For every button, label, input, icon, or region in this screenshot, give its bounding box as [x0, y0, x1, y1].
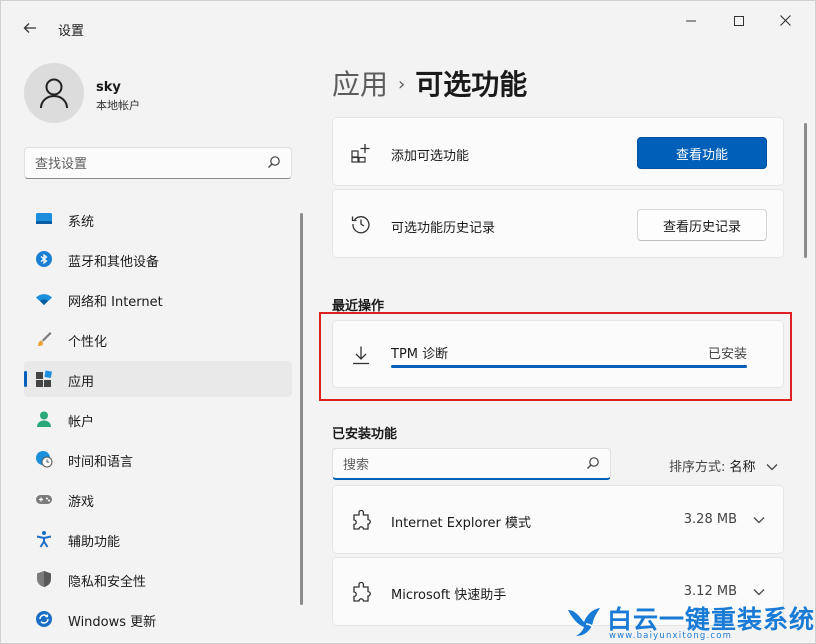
- sidebar-item-label: 个性化: [68, 335, 108, 350]
- sidebar-item-apps[interactable]: 应用: [24, 361, 292, 397]
- sidebar-item-personalization[interactable]: 个性化: [24, 321, 292, 357]
- installed-features-title: 已安装功能: [332, 427, 398, 442]
- close-icon: [779, 15, 791, 26]
- active-indicator: [24, 371, 27, 387]
- puzzle-icon: [353, 582, 371, 602]
- feature-size: 3.12 MB: [683, 584, 737, 599]
- search-icon[interactable]: [586, 456, 600, 470]
- back-button[interactable]: [17, 15, 43, 41]
- sidebar-item-label: 网络和 Internet: [68, 295, 163, 310]
- sidebar-item-label: 应用: [68, 375, 95, 390]
- app-title: 设置: [58, 24, 85, 39]
- sidebar-item-accessibility[interactable]: 辅助功能: [24, 521, 292, 557]
- maximize-icon: [734, 16, 744, 26]
- maximize-button[interactable]: [717, 9, 761, 35]
- watermark: 白云一键重装系统 www.baiyunxitong.com: [561, 598, 815, 643]
- avatar[interactable]: [24, 63, 84, 123]
- feature-size: 3.28 MB: [683, 512, 737, 527]
- sort-label: 排序方式:: [669, 460, 726, 475]
- sort-dropdown[interactable]: 排序方式: 名称: [669, 456, 778, 475]
- view-features-button[interactable]: 查看功能: [637, 137, 767, 169]
- sidebar-item-privacy[interactable]: 隐私和安全性: [24, 561, 292, 597]
- globe-clock-icon: [36, 451, 53, 468]
- sidebar-item-label: 隐私和安全性: [68, 575, 147, 590]
- chevron-down-icon[interactable]: [753, 516, 765, 524]
- accessibility-icon: [36, 531, 52, 548]
- sidebar-item-bluetooth[interactable]: 蓝牙和其他设备: [24, 241, 292, 277]
- settings-search-box[interactable]: [24, 147, 292, 179]
- add-feature-card: 添加可选功能 查看功能: [332, 117, 784, 186]
- sidebar-item-accounts[interactable]: 帐户: [24, 401, 292, 437]
- shield-icon: [37, 571, 51, 587]
- highlight-annotation: [319, 312, 792, 401]
- installed-search-input[interactable]: [343, 455, 573, 475]
- sidebar-scrollbar[interactable]: [300, 213, 303, 605]
- watermark-url: www.baiyunxitong.com: [609, 631, 733, 641]
- gamepad-icon: [36, 495, 52, 504]
- minimize-icon: [686, 20, 696, 22]
- page-title: 可选功能: [415, 68, 528, 101]
- sidebar-item-time-language[interactable]: 时间和语言: [24, 441, 292, 477]
- sidebar-item-windows-update[interactable]: Windows 更新: [24, 601, 292, 637]
- feature-history-card: 可选功能历史记录 查看历史记录: [332, 189, 784, 258]
- wifi-icon: [36, 294, 52, 305]
- breadcrumb-separator: ›: [398, 74, 406, 95]
- sidebar-item-label: 系统: [68, 215, 95, 230]
- breadcrumb-parent[interactable]: 应用: [332, 68, 388, 101]
- bluetooth-icon: [36, 251, 52, 267]
- sidebar-item-label: 游戏: [68, 495, 95, 510]
- add-feature-label: 添加可选功能: [391, 149, 470, 164]
- account-type: 本地帐户: [96, 99, 140, 112]
- back-arrow-icon: [23, 23, 36, 33]
- chevron-down-icon[interactable]: [753, 588, 765, 596]
- user-name: sky: [96, 80, 121, 95]
- sidebar-item-label: 帐户: [68, 415, 95, 430]
- bird-logo-icon: [568, 608, 600, 636]
- feature-history-label: 可选功能历史记录: [391, 221, 496, 236]
- update-icon: [36, 611, 52, 627]
- sidebar-item-label: 蓝牙和其他设备: [68, 255, 160, 270]
- chevron-down-icon: [766, 464, 778, 471]
- monitor-icon: [36, 213, 52, 224]
- sidebar-item-label: 辅助功能: [68, 535, 121, 550]
- installed-search-box[interactable]: [332, 448, 611, 480]
- sidebar-item-system[interactable]: 系统: [24, 201, 292, 237]
- sidebar-item-network[interactable]: 网络和 Internet: [24, 281, 292, 317]
- sidebar-item-label: Windows 更新: [68, 615, 157, 630]
- close-button[interactable]: [763, 9, 807, 35]
- feature-name: Internet Explorer 模式: [391, 516, 532, 531]
- breadcrumb: 应用 › 可选功能: [332, 63, 527, 103]
- search-icon[interactable]: [267, 155, 281, 169]
- brush-icon: [38, 332, 52, 346]
- feature-name: Microsoft 快速助手: [391, 588, 507, 603]
- user-icon: [40, 78, 68, 109]
- title-bar: 设置: [1, 1, 815, 43]
- puzzle-icon: [353, 510, 371, 530]
- settings-search-input[interactable]: [35, 154, 255, 174]
- sidebar-item-gaming[interactable]: 游戏: [24, 481, 292, 517]
- installed-feature-row[interactable]: Internet Explorer 模式 3.28 MB: [332, 485, 784, 554]
- history-icon: [351, 216, 370, 234]
- sidebar-item-label: 时间和语言: [68, 455, 134, 470]
- minimize-button[interactable]: [669, 9, 713, 35]
- add-grid-icon: [351, 144, 370, 163]
- apps-icon: [36, 370, 52, 387]
- content-scrollbar[interactable]: [804, 123, 807, 258]
- view-history-button[interactable]: 查看历史记录: [637, 209, 767, 241]
- account-icon: [37, 411, 51, 427]
- settings-window: 设置 sky 本地帐户 系统 蓝牙和其他设备 网络和 Internet 个性化: [0, 0, 816, 644]
- sort-value: 名称: [729, 460, 756, 475]
